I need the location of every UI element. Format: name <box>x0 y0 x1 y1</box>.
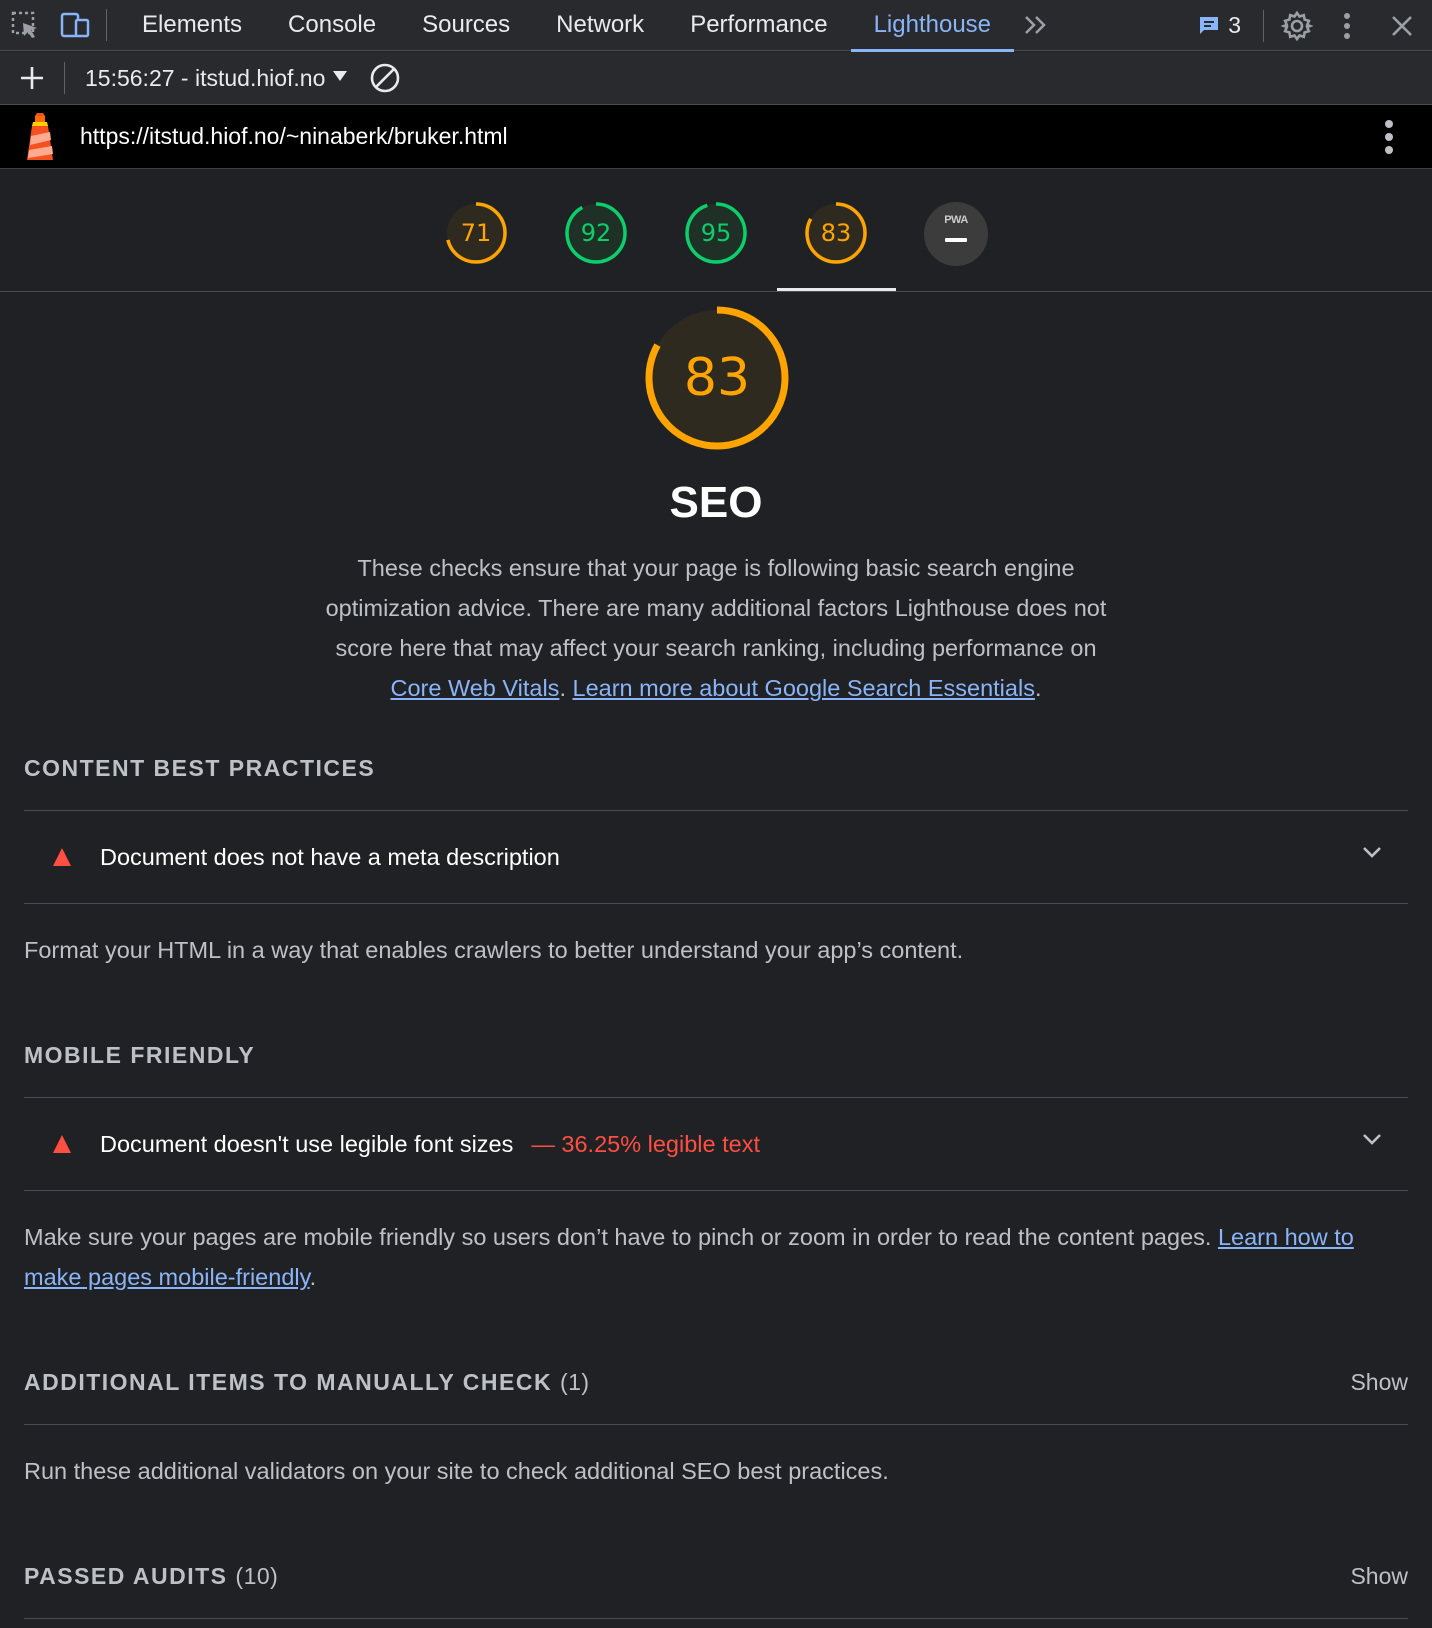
description-end: . <box>1034 675 1042 701</box>
tab-sources[interactable]: Sources <box>399 0 533 51</box>
group-count: (10) <box>235 1563 279 1589</box>
tab-console[interactable]: Console <box>265 0 399 51</box>
best-practices-gauge[interactable]: 95 <box>684 201 748 265</box>
seo-score: 83 <box>683 348 751 408</box>
description-text: Make sure your pages are mobile friendly… <box>24 1224 1218 1250</box>
fail-triangle-icon <box>53 1135 71 1153</box>
audit-title: Document doesn't use legible font sizes <box>100 1130 514 1157</box>
issues-count: 3 <box>1228 12 1241 38</box>
group-title-mobile-friendly: MOBILE FRIENDLY <box>24 1042 256 1068</box>
audit-font-size[interactable]: Document doesn't use legible font sizes … <box>24 1099 1408 1189</box>
description-text: These checks ensure that your page is fo… <box>325 555 1107 661</box>
settings-gear-icon[interactable] <box>1272 0 1322 51</box>
tab-label: Performance <box>690 11 828 38</box>
category-description: These checks ensure that your page is fo… <box>310 548 1122 708</box>
tab-performance[interactable]: Performance <box>667 0 850 51</box>
caret-down-icon <box>333 71 348 81</box>
group-title-content-best-practices: CONTENT BEST PRACTICES <box>24 755 376 781</box>
close-icon[interactable] <box>1372 0 1432 51</box>
search-essentials-link[interactable]: Learn more about Google Search Essential… <box>573 675 1035 701</box>
gauge-score: 95 <box>700 219 732 247</box>
group-title-manual-check: ADDITIONAL ITEMS TO MANUALLY CHECK (1) <box>24 1369 590 1396</box>
tab-label: Elements <box>142 11 243 38</box>
group-description-content: Format your HTML in a way that enables c… <box>24 937 964 963</box>
new-report-plus-icon[interactable] <box>0 52 64 105</box>
tab-label: Lighthouse <box>873 11 992 38</box>
group-title-text: ADDITIONAL ITEMS TO MANUALLY CHECK <box>24 1369 553 1395</box>
selected-gauge-indicator <box>777 288 896 291</box>
show-manual-check-button[interactable]: Show <box>1350 1369 1408 1396</box>
tab-lighthouse[interactable]: Lighthouse <box>850 0 1015 52</box>
divider <box>24 903 1408 904</box>
seo-score-gauge: 83 <box>644 305 790 451</box>
group-count: (1) <box>559 1369 590 1395</box>
toolbar-divider <box>1263 9 1264 42</box>
pwa-dash-icon <box>945 238 967 242</box>
divider <box>24 1618 1408 1619</box>
accessibility-gauge[interactable]: 92 <box>564 201 628 265</box>
more-tabs-chevron-icon[interactable] <box>1014 0 1058 51</box>
report-menu-kebab-icon[interactable] <box>1384 119 1394 160</box>
group-description-manual: Run these additional validators on your … <box>24 1458 889 1484</box>
divider <box>24 1190 1408 1191</box>
tab-network[interactable]: Network <box>533 0 667 51</box>
gauge-score: 71 <box>460 219 492 247</box>
category-title: SEO <box>669 478 763 527</box>
devtools-tabbar: Elements Console Sources Network Perform… <box>0 0 1432 52</box>
pwa-gauge[interactable]: PWA <box>924 202 988 266</box>
report-url-bar: https://itstud.hiof.no/~ninaberk/bruker.… <box>0 105 1432 169</box>
description-separator: . <box>559 675 573 701</box>
audit-display-value: — 36.25% legible text <box>531 1130 760 1157</box>
lighthouse-toolbar: 15:56:27 - itstud.hiof.no <box>0 52 1432 105</box>
toolbar-divider <box>64 62 65 94</box>
devtools-toolbar-right: 3 <box>1184 0 1432 51</box>
clear-block-icon[interactable] <box>369 62 401 94</box>
performance-gauge[interactable]: 71 <box>444 201 508 265</box>
divider <box>24 1424 1408 1425</box>
gauge-score: 92 <box>580 219 612 247</box>
chevron-down-icon <box>1363 847 1381 858</box>
pwa-label: PWA <box>944 214 968 226</box>
fail-triangle-icon <box>53 848 71 866</box>
issues-button[interactable]: 3 <box>1184 12 1255 39</box>
tab-label: Network <box>556 11 645 38</box>
description-end: . <box>309 1264 317 1290</box>
group-title-passed-audits: PASSED AUDITS (10) <box>24 1563 278 1590</box>
more-options-kebab-icon[interactable] <box>1322 0 1372 51</box>
audit-meta-description[interactable]: Document does not have a meta descriptio… <box>24 812 1408 902</box>
report-selector-label: 15:56:27 - itstud.hiof.no <box>85 64 326 91</box>
seo-gauge[interactable]: 83 <box>804 201 868 265</box>
device-toolbar-icon[interactable] <box>50 0 100 51</box>
group-title-text: PASSED AUDITS <box>24 1563 228 1589</box>
divider <box>24 810 1408 811</box>
tab-elements[interactable]: Elements <box>119 0 265 51</box>
report-url[interactable]: https://itstud.hiof.no/~ninaberk/bruker.… <box>80 123 508 150</box>
core-web-vitals-link[interactable]: Core Web Vitals <box>391 675 560 701</box>
chevron-down-icon <box>1363 1134 1381 1145</box>
report-selector[interactable]: 15:56:27 - itstud.hiof.no <box>85 64 348 92</box>
group-description-mobile: Make sure your pages are mobile friendly… <box>24 1217 1414 1297</box>
toolbar-divider <box>106 9 107 41</box>
inspect-element-icon[interactable] <box>0 0 50 51</box>
show-passed-audits-button[interactable]: Show <box>1350 1563 1408 1590</box>
audit-title: Document does not have a meta descriptio… <box>100 843 560 870</box>
tab-label: Console <box>288 11 377 38</box>
divider <box>24 1097 1408 1098</box>
category-gauges: 71 92 95 83 PWA <box>0 169 1432 292</box>
gauge-score: 83 <box>820 219 852 247</box>
issues-message-icon <box>1200 16 1219 34</box>
tab-label: Sources <box>422 11 511 38</box>
lighthouse-logo-icon <box>0 112 80 162</box>
